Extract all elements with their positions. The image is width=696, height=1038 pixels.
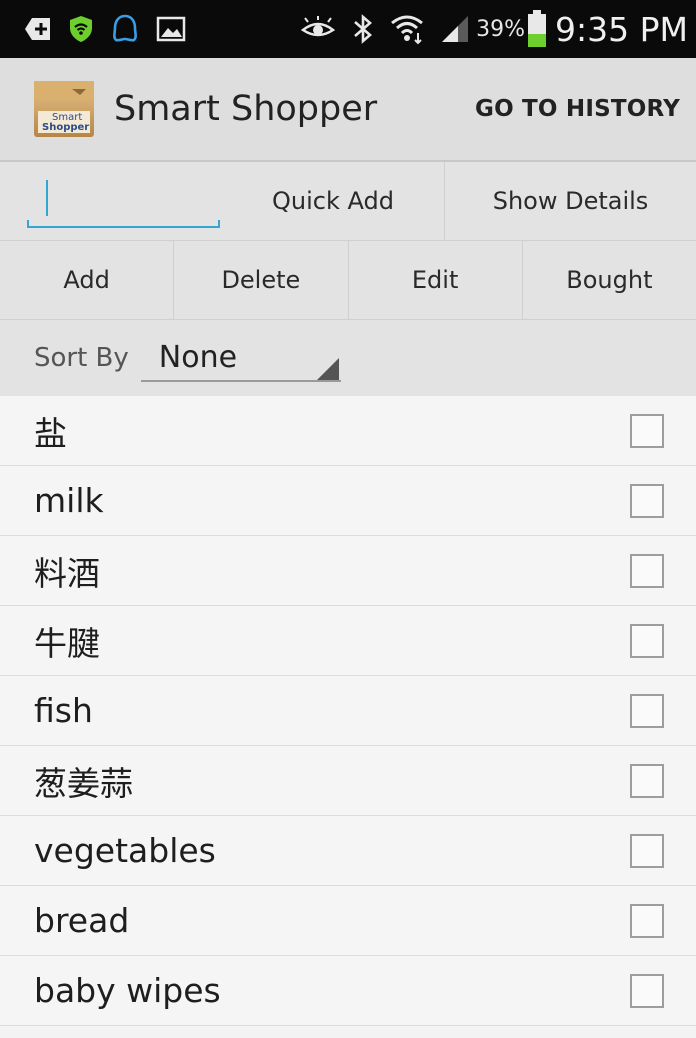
quick-add-field[interactable] xyxy=(0,162,222,240)
status-bar: 39% 9:35 PM xyxy=(0,0,696,58)
item-label: baby wipes xyxy=(34,971,221,1010)
item-label: 牛腱 xyxy=(34,623,100,663)
shopping-list: 盐 milk 料酒 牛腱 fish 葱姜蒜 vegetables bread b… xyxy=(0,396,696,1026)
sort-label: Sort By xyxy=(34,343,129,373)
show-details-button[interactable]: Show Details xyxy=(444,162,696,240)
logo-text-bottom: Shopper xyxy=(42,122,90,133)
item-label: 葱姜蒜 xyxy=(34,763,133,803)
item-checkbox[interactable] xyxy=(630,553,664,588)
list-item[interactable]: 牛腱 xyxy=(0,606,696,676)
item-checkbox[interactable] xyxy=(630,763,664,798)
toolbar: Quick Add Show Details Add Delete Edit B… xyxy=(0,162,696,320)
item-checkbox[interactable] xyxy=(630,973,664,1008)
item-label: milk xyxy=(34,481,104,520)
battery-icon xyxy=(527,10,547,48)
item-label: 料酒 xyxy=(34,553,100,593)
item-checkbox[interactable] xyxy=(630,413,664,448)
bought-button[interactable]: Bought xyxy=(521,241,696,319)
list-item[interactable]: 料酒 xyxy=(0,536,696,606)
add-button[interactable]: Add xyxy=(0,241,173,319)
list-item[interactable]: 盐 xyxy=(0,396,696,466)
list-item[interactable]: bread xyxy=(0,886,696,956)
message-bubble-icon xyxy=(110,13,140,45)
item-checkbox[interactable] xyxy=(630,693,664,728)
app-title: Smart Shopper xyxy=(114,89,378,129)
app-logo[interactable]: Smart Shopper xyxy=(28,79,100,139)
list-item[interactable]: milk xyxy=(0,466,696,536)
item-label: fish xyxy=(34,691,93,730)
quick-add-input[interactable] xyxy=(27,176,220,228)
wifi-icon xyxy=(390,13,424,45)
sort-select[interactable]: None xyxy=(140,334,341,382)
image-icon xyxy=(156,15,186,43)
plus-icon xyxy=(24,16,52,42)
battery-percent: 39% xyxy=(476,16,526,42)
item-checkbox[interactable] xyxy=(630,483,664,518)
dropdown-triangle-icon xyxy=(316,358,339,380)
action-bar: Smart Shopper Smart Shopper GO TO HISTOR… xyxy=(0,58,696,162)
item-label: bread xyxy=(34,901,130,940)
wifi-security-icon xyxy=(68,14,94,44)
item-checkbox[interactable] xyxy=(630,623,664,658)
text-cursor xyxy=(46,180,48,216)
list-item[interactable]: vegetables xyxy=(0,816,696,886)
item-checkbox[interactable] xyxy=(630,903,664,938)
clock: 9:35 PM xyxy=(555,9,688,49)
list-item[interactable]: baby wipes xyxy=(0,956,696,1026)
eye-icon xyxy=(300,16,336,42)
bluetooth-icon xyxy=(352,13,374,45)
delete-button[interactable]: Delete xyxy=(173,241,347,319)
item-checkbox[interactable] xyxy=(630,833,664,868)
list-item[interactable]: fish xyxy=(0,676,696,746)
go-to-history-button[interactable]: GO TO HISTORY xyxy=(475,96,680,122)
item-label: 盐 xyxy=(34,413,67,453)
item-label: vegetables xyxy=(34,831,216,870)
list-item[interactable]: 葱姜蒜 xyxy=(0,746,696,816)
sort-bar: Sort By None xyxy=(0,320,696,396)
quick-add-button[interactable]: Quick Add xyxy=(222,162,444,240)
sort-selected-value: None xyxy=(158,339,238,375)
signal-icon xyxy=(440,14,470,44)
edit-button[interactable]: Edit xyxy=(347,241,522,319)
